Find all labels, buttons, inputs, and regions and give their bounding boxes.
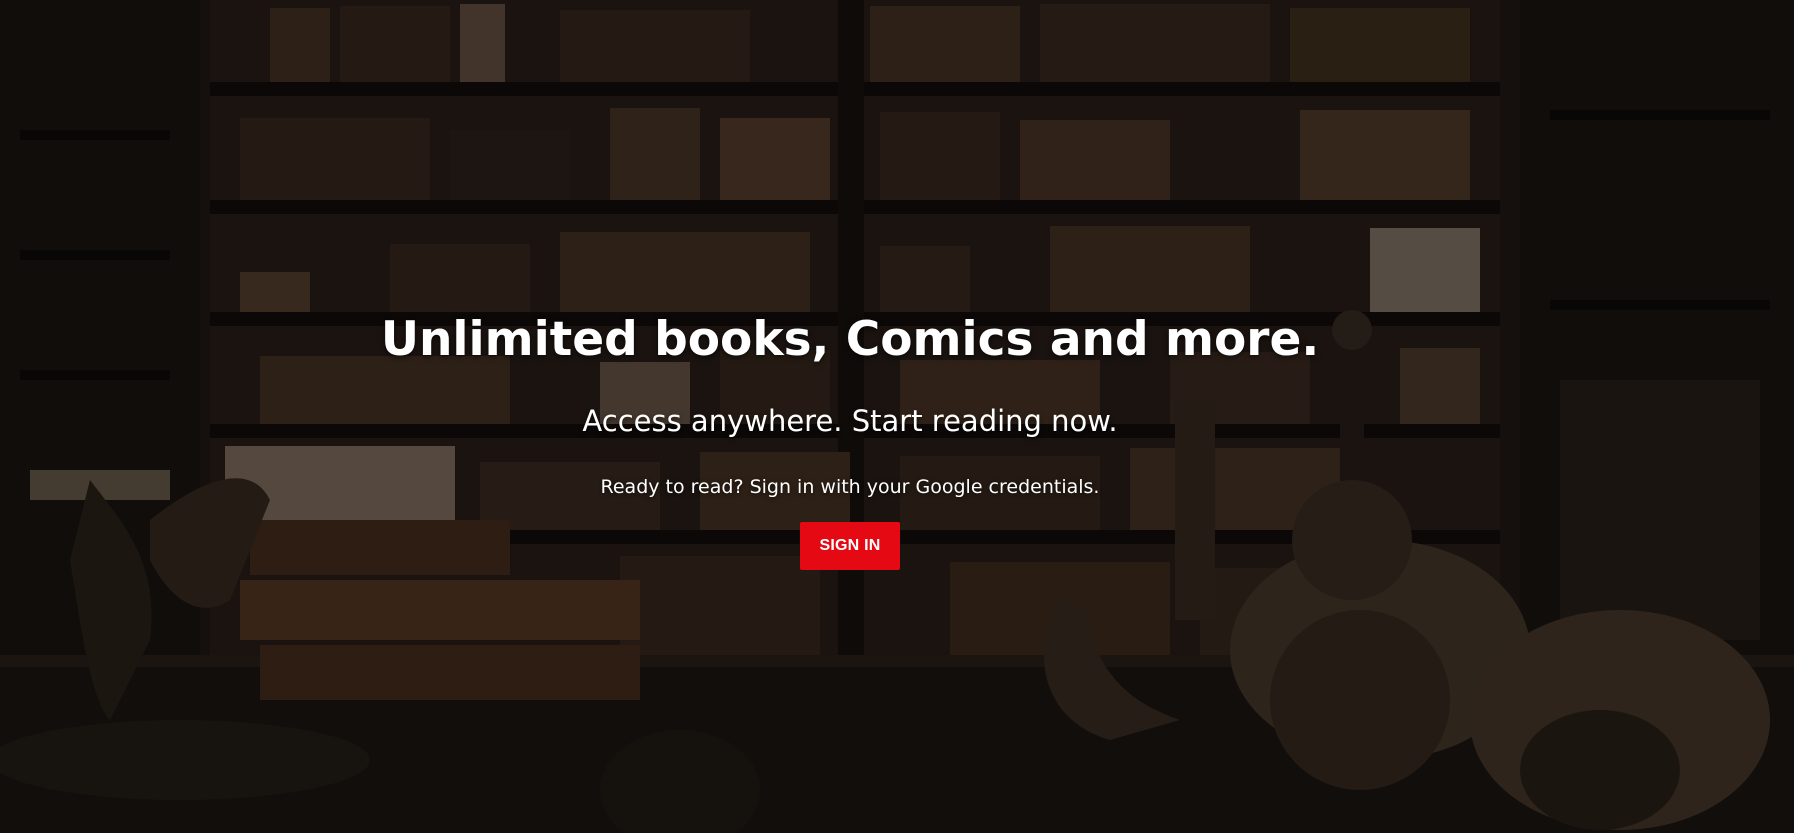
hero-headline: Unlimited books, Comics and more. xyxy=(380,312,1320,367)
sign-in-button[interactable]: SIGN IN xyxy=(800,522,900,570)
hero-content: Unlimited books, Comics and more. Access… xyxy=(0,0,1794,833)
signin-prompt: Ready to read? Sign in with your Google … xyxy=(600,476,1100,498)
hero-subheadline: Access anywhere. Start reading now. xyxy=(582,404,1118,438)
hero-section: Unlimited books, Comics and more. Access… xyxy=(0,0,1794,833)
